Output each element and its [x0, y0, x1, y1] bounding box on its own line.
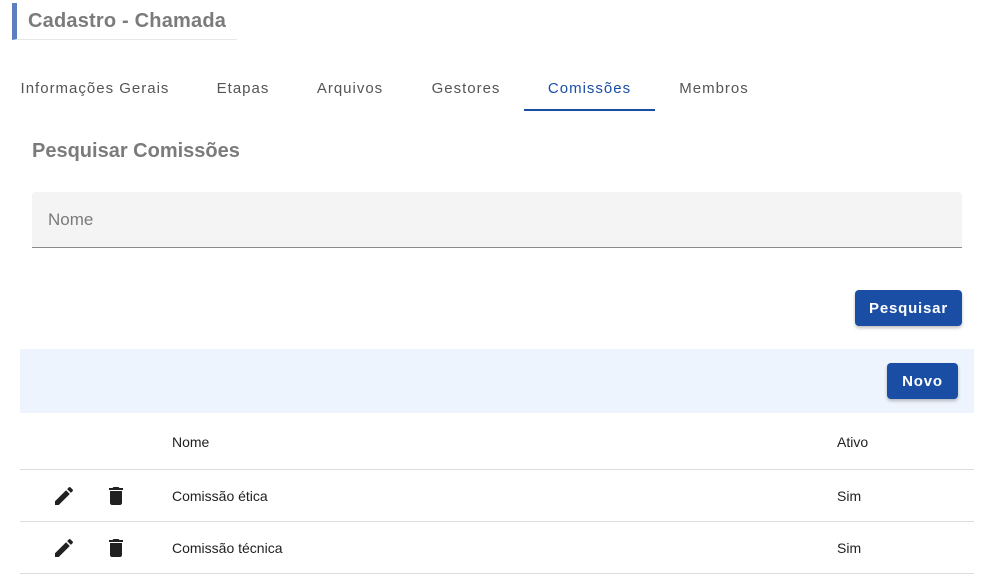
search-section-title: Pesquisar Comissões: [32, 140, 240, 162]
name-field: [32, 192, 962, 248]
tab-etapas[interactable]: Etapas: [214, 68, 272, 110]
page-header: Cadastro - Chamada: [12, 3, 237, 40]
column-header-name: Nome: [172, 434, 210, 450]
row-active: Sim: [837, 540, 862, 556]
tab-comissoes[interactable]: Comissões: [524, 68, 655, 110]
tab-gestores[interactable]: Gestores: [430, 68, 502, 110]
row-active: Sim: [837, 488, 862, 504]
page: Cadastro - Chamada Informações Gerais Et…: [0, 0, 998, 578]
row-name: Comissão ética: [172, 488, 268, 504]
trash-icon[interactable]: [103, 535, 129, 561]
tab-arquivos[interactable]: Arquivos: [315, 68, 385, 110]
table-row: Comissão técnica Sim: [20, 522, 974, 574]
active-tab-indicator: [524, 109, 655, 111]
table-row: Comissão ética Sim: [20, 470, 974, 522]
commissions-table: Nome Ativo Comissão ética Sim Comissão t…: [20, 413, 974, 574]
search-button[interactable]: Pesquisar: [855, 290, 962, 326]
list-toolbar: Novo: [20, 349, 974, 413]
pencil-icon[interactable]: [51, 535, 77, 561]
new-button[interactable]: Novo: [887, 363, 958, 399]
tab-membros[interactable]: Membros: [677, 68, 751, 110]
tab-bar: Informações Gerais Etapas Arquivos Gesto…: [0, 68, 998, 112]
table-header-row: Nome Ativo: [20, 413, 974, 470]
trash-icon[interactable]: [103, 483, 129, 509]
name-input[interactable]: [32, 192, 962, 247]
pencil-icon[interactable]: [51, 483, 77, 509]
tab-informacoes-gerais[interactable]: Informações Gerais: [20, 68, 170, 110]
column-header-active: Ativo: [837, 434, 869, 450]
page-title: Cadastro - Chamada: [28, 10, 227, 32]
row-name: Comissão técnica: [172, 540, 283, 556]
